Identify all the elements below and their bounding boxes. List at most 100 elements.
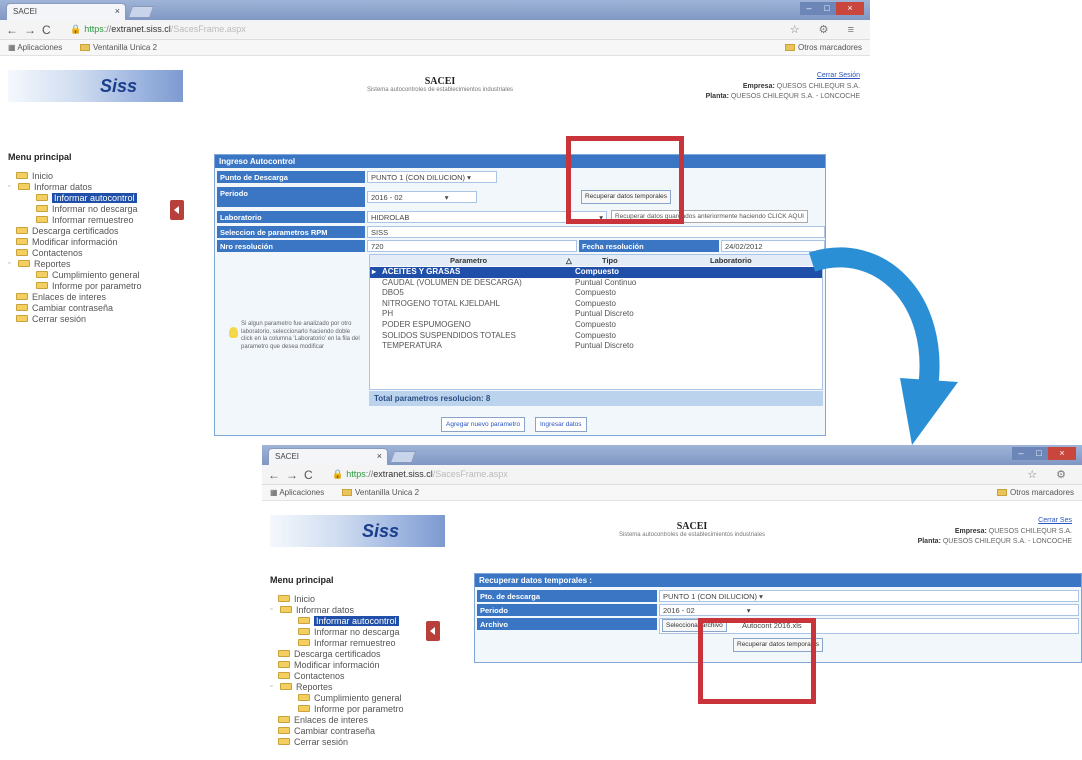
folder-icon (280, 683, 292, 690)
back-icon[interactable]: ← (268, 468, 280, 482)
browser-tab-bar: SACEI × – □ × (262, 445, 1082, 465)
site-header: Siss SACEI Sistema autocontroles de esta… (262, 501, 1082, 551)
url-scheme: https (346, 469, 366, 479)
folder-icon (278, 650, 290, 657)
expand-icon[interactable]: ▫ (270, 683, 280, 690)
apps-icon: ▦ (270, 488, 280, 497)
menu-item-reportes[interactable]: ▫ Reportes (270, 681, 404, 692)
menu-item-informar-autocontrol[interactable]: Informar autocontrol (270, 615, 404, 626)
menu-item-informe-por-parametro[interactable]: Informe por parametro (270, 703, 404, 714)
menu-label: Descarga certificados (294, 648, 381, 659)
site-title: SACEI (676, 521, 708, 532)
folder-icon (278, 727, 290, 734)
bookmark-apps[interactable]: ▦ Aplicaciones (270, 488, 324, 497)
company-info: Empresa: QUESOS CHILEQUR S.A. Planta: QU… (918, 527, 1072, 547)
expand-icon[interactable]: ▫ (270, 606, 280, 613)
folder-icon (298, 628, 310, 635)
folder-icon (278, 672, 290, 679)
periodo-label: Periodo (477, 604, 657, 616)
folder-icon (298, 617, 310, 624)
folder-icon (298, 639, 310, 646)
menu-label: Contactenos (294, 670, 345, 681)
menu-item-inicio[interactable]: Inicio (270, 593, 404, 604)
periodo-value: 2016 - 02 (663, 606, 695, 615)
folder-icon (278, 595, 290, 602)
new-tab-button[interactable] (389, 451, 417, 463)
url-path: /SacesFrame.aspx (432, 469, 508, 479)
folder-icon (280, 606, 292, 613)
dropdown-arrow-icon: ▾ (746, 606, 751, 615)
bookmark-ventanilla[interactable]: Ventanilla Unica 2 (342, 488, 419, 497)
periodo-select[interactable]: 2016 - 02 ▾ (659, 604, 1079, 616)
folder-icon (278, 738, 290, 745)
close-tab-icon[interactable]: × (377, 451, 382, 461)
menu-item-contactenos[interactable]: Contactenos (270, 670, 404, 681)
siss-logo: Siss (270, 515, 445, 547)
menu-label: Informar datos (296, 604, 355, 615)
menu-label: Cerrar sesión (294, 736, 349, 747)
forward-icon[interactable]: → (286, 468, 298, 482)
menu-label: Informar autocontrol (314, 615, 399, 626)
menu-title: Menu principal (270, 575, 334, 585)
address-bar: ← → C 🔒 https://extranet.siss.cl/SacesFra… (262, 465, 1082, 485)
menu-label: Informar no descarga (314, 626, 400, 637)
punto-descarga-label: Pto. de descarga (477, 590, 657, 602)
menu-item-cumplimiento-general[interactable]: Cumplimiento general (270, 692, 404, 703)
page-icon (342, 489, 352, 496)
star-icon[interactable]: ☆ ⚙ (1027, 468, 1074, 481)
dropdown-arrow-icon: ▾ (759, 592, 763, 601)
bookmark-other[interactable]: Otros marcadores (996, 488, 1074, 497)
folder-icon (298, 694, 310, 701)
arrow-head (900, 378, 958, 445)
planta-label: Planta: (917, 538, 941, 545)
tab-title: SACEI (275, 452, 300, 461)
folder-icon (298, 705, 310, 712)
panel-title: Recuperar datos temporales : (475, 574, 1081, 587)
menu-item-modificar-informacion[interactable]: Modificar información (270, 659, 404, 670)
menu-item-enlaces[interactable]: Enlaces de interes (270, 714, 404, 725)
menu-label: Informar remuestreo (314, 637, 396, 648)
archivo-label: Archivo (477, 618, 657, 630)
bookmark-other-label: Otros marcadores (1009, 488, 1074, 497)
punto-descarga-select[interactable]: PUNTO 1 (CON DILUCION) ▾ (659, 590, 1079, 602)
folder-icon (278, 661, 290, 668)
bookmarks-bar: ▦ Aplicaciones Ventanilla Unica 2 Otros … (262, 485, 1082, 501)
menu-label: Modificar información (294, 659, 380, 670)
menu-item-informar-no-descarga[interactable]: Informar no descarga (270, 626, 404, 637)
menu-item-informar-datos[interactable]: ▫ Informar datos (270, 604, 404, 615)
menu-label: Enlaces de interes (294, 714, 369, 725)
url-field[interactable]: 🔒 https://extranet.siss.cl/SacesFrame.asp… (332, 469, 508, 480)
minimize-icon[interactable]: – (1012, 447, 1030, 460)
close-window-icon[interactable]: × (1048, 447, 1076, 460)
lock-icon: 🔒 (332, 469, 344, 479)
folder-icon (278, 716, 290, 723)
menu-label: Cumplimiento general (314, 692, 402, 703)
empresa-label: Empresa: (954, 528, 987, 535)
menu-item-cerrar-sesion[interactable]: Cerrar sesión (270, 736, 404, 747)
highlight-box (698, 618, 816, 704)
menu-item-cambiar-contrasena[interactable]: Cambiar contraseña (270, 725, 404, 736)
logout-link[interactable]: Cerrar Ses (1038, 517, 1072, 524)
menu-label: Inicio (294, 593, 316, 604)
screenshot-recuperar-datos: SACEI × – □ × ← → C 🔒 https://extranet.si… (262, 445, 1082, 760)
menu-label: Informe por parametro (314, 703, 404, 714)
site-subtitle: Sistema autocontroles de establecimiento… (618, 532, 766, 538)
folder-icon (996, 489, 1007, 496)
menu-item-informar-remuestreo[interactable]: Informar remuestreo (270, 637, 404, 648)
collapse-menu-button[interactable] (426, 621, 440, 641)
logo-text: Siss (362, 521, 400, 541)
menu-label: Reportes (296, 681, 333, 692)
browser-tab[interactable]: SACEI × (268, 448, 388, 465)
maximize-icon[interactable]: □ (1030, 447, 1048, 460)
main-menu: Menu principal Inicio ▫ Informar datos In… (270, 575, 404, 747)
url-host: extranet.siss.cl (373, 469, 433, 479)
arrow-body (808, 247, 940, 390)
menu-label: Cambiar contraseña (294, 725, 376, 736)
menu-item-descarga-certificados[interactable]: Descarga certificados (270, 648, 404, 659)
window-controls: – □ × (1012, 447, 1076, 460)
planta-value: QUESOS CHILEQUR S.A. - LONCOCHE (942, 538, 1072, 545)
empresa-value: QUESOS CHILEQUR S.A. (988, 528, 1072, 535)
bookmark-ventanilla-label: Ventanilla Unica 2 (355, 488, 420, 497)
punto-descarga-value: PUNTO 1 (CON DILUCION) (663, 592, 758, 601)
reload-icon[interactable]: C (304, 468, 313, 482)
